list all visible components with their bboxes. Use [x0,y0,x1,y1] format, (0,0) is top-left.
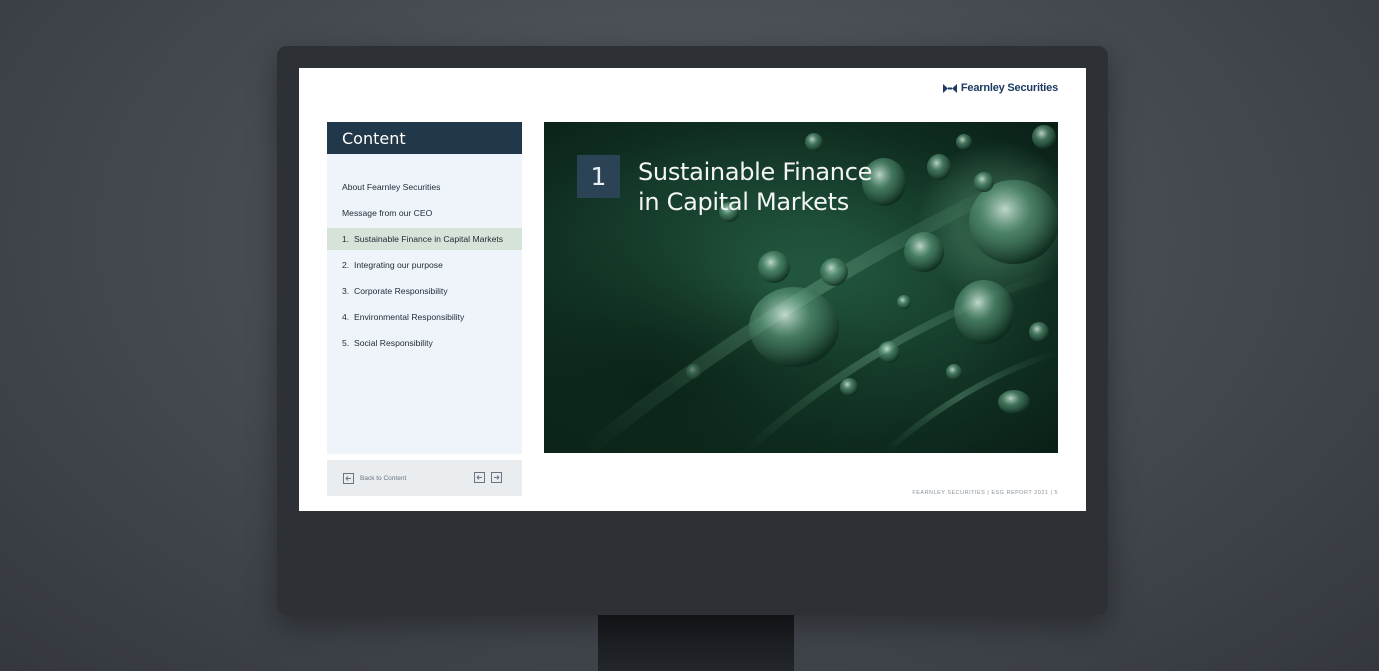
toc-item-environmental-responsibility[interactable]: 4. Environmental Responsibility [327,306,522,328]
toc-item-social-responsibility[interactable]: 5. Social Responsibility [327,332,522,354]
chapter-number: 1 [577,155,620,198]
page-footer: FEARNLEY SECURITIES | ESG REPORT 2021 | … [912,490,1058,496]
toc-item-label: About Fearnley Securities [342,182,441,192]
toc-item-label: Corporate Responsibility [354,286,448,296]
toc-item-integrating-purpose[interactable]: 2. Integrating our purpose [327,254,522,276]
toc-item-label: Environmental Responsibility [354,312,465,322]
toc-title: Content [327,122,522,154]
brand-name: Fearnley Securities [960,82,1058,94]
brand-logo: Fearnley Securities [942,82,1058,94]
toc-item-number: 3. [342,286,350,296]
fearnley-logo-mark-icon [942,83,957,93]
toc-item-label: Sustainable Finance in Capital Markets [354,234,504,244]
arrow-left-box-icon [345,475,351,481]
page-pager [474,472,502,483]
prev-page-button[interactable] [474,472,485,483]
chapter-title-line-1: Sustainable Finance [638,158,873,186]
back-to-content-label[interactable]: Back to Content [360,475,406,482]
toc-item-label: Social Responsibility [354,338,433,348]
arrow-right-box-icon [494,475,500,480]
toc-item-number: 4. [342,312,350,322]
toc-item-number: 2. [342,260,350,270]
chapter-title-line-2: in Capital Markets [638,188,849,216]
toc-item-number: 1. [342,234,350,244]
toc-item-label: Integrating our purpose [354,260,443,270]
toc-list: About Fearnley Securities Message from o… [327,154,522,354]
toc-item-label: Message from our CEO [342,208,433,218]
toc-panel: Content About Fearnley Securities Messag… [327,122,522,454]
toc-footer-nav: Back to Content [327,460,522,496]
chapter-title: Sustainable Finance in Capital Markets [638,157,872,217]
toc-item-ceo-message[interactable]: Message from our CEO [327,202,522,224]
next-page-button[interactable] [491,472,502,483]
monitor-stand [598,612,794,671]
toc-item-about[interactable]: About Fearnley Securities [327,176,522,198]
toc-item-corporate-responsibility[interactable]: 3. Corporate Responsibility [327,280,522,302]
back-to-content-button[interactable] [343,472,354,484]
arrow-left-box-icon [476,475,482,480]
toc-item-sustainable-finance[interactable]: 1. Sustainable Finance in Capital Market… [327,228,522,250]
monitor-frame: Fearnley Securities Content About Fearnl… [277,46,1108,615]
chapter-hero-image: 1 Sustainable Finance in Capital Markets [544,122,1058,453]
toc-item-number: 5. [342,338,350,348]
report-page: Fearnley Securities Content About Fearnl… [299,68,1086,511]
